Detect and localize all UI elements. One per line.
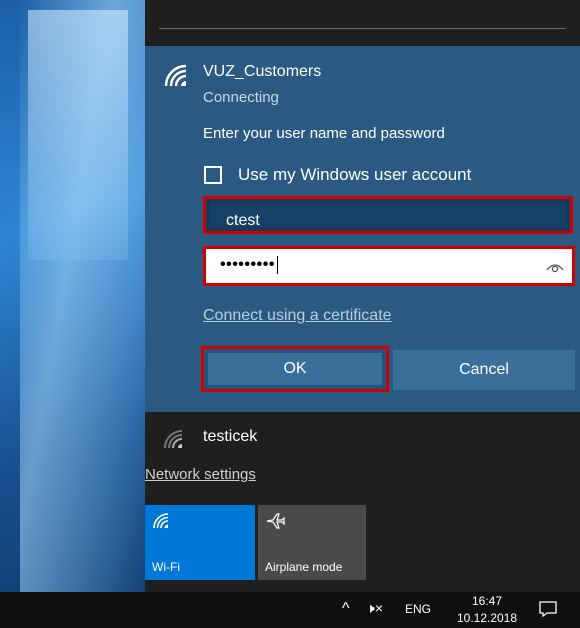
- quick-action-wifi[interactable]: Wi-Fi: [145, 505, 255, 580]
- tray-expand-chevron-icon[interactable]: ^: [342, 600, 350, 618]
- wifi-icon: [153, 513, 169, 529]
- network-settings-link[interactable]: Network settings: [145, 466, 256, 483]
- username-value: ctest: [226, 212, 260, 229]
- username-field-highlight: ctest: [203, 196, 573, 234]
- wifi-weak-icon: [164, 430, 183, 449]
- volume-muted-icon[interactable]: 🕨×: [366, 600, 383, 617]
- reveal-password-icon[interactable]: [546, 260, 564, 274]
- credentials-prompt: Enter your user name and password: [203, 125, 445, 142]
- windows-account-checkbox[interactable]: [204, 166, 222, 184]
- clock[interactable]: 16:47 10.12.2018: [452, 593, 522, 627]
- ok-button-highlight: OK: [201, 346, 389, 392]
- cancel-button[interactable]: Cancel: [393, 350, 575, 390]
- network-list-item-testicek[interactable]: testicek: [203, 428, 257, 446]
- divider: [159, 28, 566, 29]
- desktop-light-window: [28, 10, 128, 260]
- airplane-icon: [266, 513, 285, 529]
- password-field[interactable]: •••••••••: [203, 246, 575, 286]
- ok-button[interactable]: OK: [208, 353, 382, 385]
- password-value: •••••••••: [220, 256, 278, 274]
- network-ssid: VUZ_Customers: [203, 63, 322, 80]
- clock-time: 16:47: [471, 594, 503, 608]
- quick-action-airplane-label: Airplane mode: [265, 560, 343, 574]
- windows-account-label[interactable]: Use my Windows user account: [238, 165, 471, 185]
- taskbar: ^ 🕨× ENG 16:47 10.12.2018: [0, 592, 580, 628]
- quick-action-wifi-label: Wi-Fi: [152, 560, 180, 574]
- wifi-secured-icon: [164, 64, 187, 87]
- action-center-icon[interactable]: [538, 600, 558, 618]
- quick-action-airplane[interactable]: Airplane mode: [258, 505, 366, 580]
- input-language[interactable]: ENG: [405, 602, 431, 616]
- connect-certificate-link[interactable]: Connect using a certificate: [203, 307, 392, 325]
- username-field[interactable]: ctest: [210, 203, 566, 229]
- network-status: Connecting: [203, 89, 279, 106]
- clock-date: 10.12.2018: [456, 611, 518, 625]
- flyout-header: [145, 0, 580, 46]
- text-caret: [276, 256, 278, 274]
